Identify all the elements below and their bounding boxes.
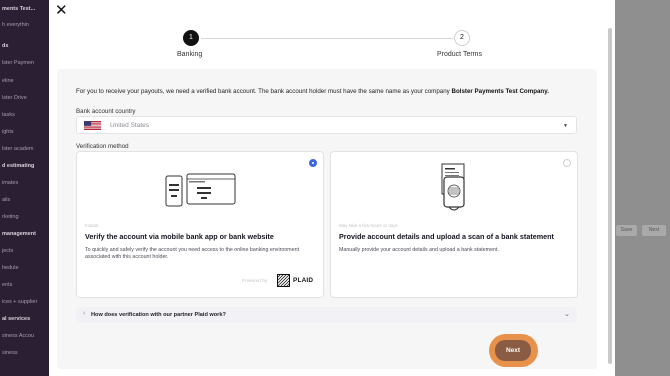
background-sidebar-item: ices + supplier <box>2 299 38 305</box>
verification-method-label: Verification method <box>76 143 129 150</box>
background-sidebar-item: lster Paymen <box>2 60 35 66</box>
card-kicker: May take a few hours or days <box>339 223 398 228</box>
company-name: Bolster Payments Test Company <box>451 88 548 95</box>
step-2-label: Product Terms <box>437 51 482 58</box>
intro-text-end: . <box>547 88 549 95</box>
card-title: Verify the account via mobile bank app o… <box>85 232 274 241</box>
us-flag-icon <box>84 121 101 130</box>
next-button[interactable]: Next <box>495 340 531 361</box>
plaid-provider-label: PLAID <box>293 277 314 284</box>
country-select[interactable]: United States ▼ <box>76 116 577 134</box>
step-2-indicator: 2 <box>454 30 470 46</box>
background-sidebar: ments Test... h everythin ds lster Payme… <box>0 0 49 376</box>
step-1-label: Banking <box>177 51 203 58</box>
background-right-panel: Save Next <box>615 0 670 376</box>
lightbulb-icon: ♀ <box>82 311 87 317</box>
powered-by-label: Powered by <box>242 279 268 284</box>
country-field-label: Bank account country <box>76 108 136 115</box>
background-sidebar-item: siness <box>2 350 18 356</box>
chevron-down-icon: ▼ <box>563 123 568 129</box>
intro-text-body: For you to receive your payouts, we need… <box>76 88 452 95</box>
background-sidebar-item: ments Test... <box>2 6 36 12</box>
faq-question: How does verification with our partner P… <box>91 312 226 318</box>
background-sidebar-item: h everythin <box>2 22 29 28</box>
country-select-value: United States <box>110 122 150 129</box>
phone-and-browser-illustration-icon <box>165 173 236 207</box>
radio-selected[interactable] <box>309 159 317 167</box>
background-sidebar-item: al services <box>2 316 31 322</box>
background-sidebar-item: jects <box>2 248 14 254</box>
background-sidebar-item: ds <box>2 43 9 49</box>
card-title: Provide account details and upload a sca… <box>339 232 554 241</box>
stepper-line <box>201 38 453 39</box>
intro-text: For you to receive your payouts, we need… <box>76 88 581 95</box>
background-sidebar-item: tasks <box>2 112 15 118</box>
background-sidebar-item: imates <box>2 180 19 186</box>
background-sidebar-item: siness Accou <box>2 333 35 339</box>
background-sidebar-item: lster academ <box>2 146 34 152</box>
bank-verification-modal: 1 2 Banking Product Terms For you to rec… <box>49 0 615 376</box>
background-sidebar-item: hedule <box>2 265 19 271</box>
card-description: Manually provide your account details an… <box>339 247 499 253</box>
plaid-logo-icon <box>277 274 290 287</box>
verification-option-manual[interactable]: May take a few hours or days Provide acc… <box>330 151 578 298</box>
step-1-indicator: 1 <box>183 30 199 46</box>
faq-accordion[interactable]: ♀ How does verification with our partner… <box>76 307 577 323</box>
background-sidebar-item: ights <box>2 129 14 135</box>
background-next-button: Next <box>642 225 666 236</box>
modal-content: For you to receive your payouts, we need… <box>57 69 597 369</box>
background-sidebar-item: ents <box>2 282 13 288</box>
stepper: 1 2 Banking Product Terms <box>49 22 615 62</box>
card-kicker: Instant <box>85 223 99 228</box>
background-save-button: Save <box>616 225 637 236</box>
chevron-down-icon: ⌄ <box>564 311 570 318</box>
background-sidebar-item: management <box>2 231 36 237</box>
document-scan-illustration-icon <box>441 163 465 211</box>
background-sidebar-item: rketing <box>2 214 19 220</box>
modal-scrollbar[interactable] <box>608 28 612 364</box>
background-sidebar-item: d estimating <box>2 163 35 169</box>
background-sidebar-item: ails <box>2 197 11 203</box>
background-sidebar-item: lster Drive <box>2 95 27 101</box>
verification-option-plaid[interactable]: Instant Verify the account via mobile ba… <box>76 151 324 298</box>
close-icon[interactable]: ✕ <box>55 3 69 18</box>
background-sidebar-item: eline <box>2 78 14 84</box>
card-description: To quickly and safely verify the account… <box>85 247 300 260</box>
radio-unselected[interactable] <box>563 159 571 167</box>
